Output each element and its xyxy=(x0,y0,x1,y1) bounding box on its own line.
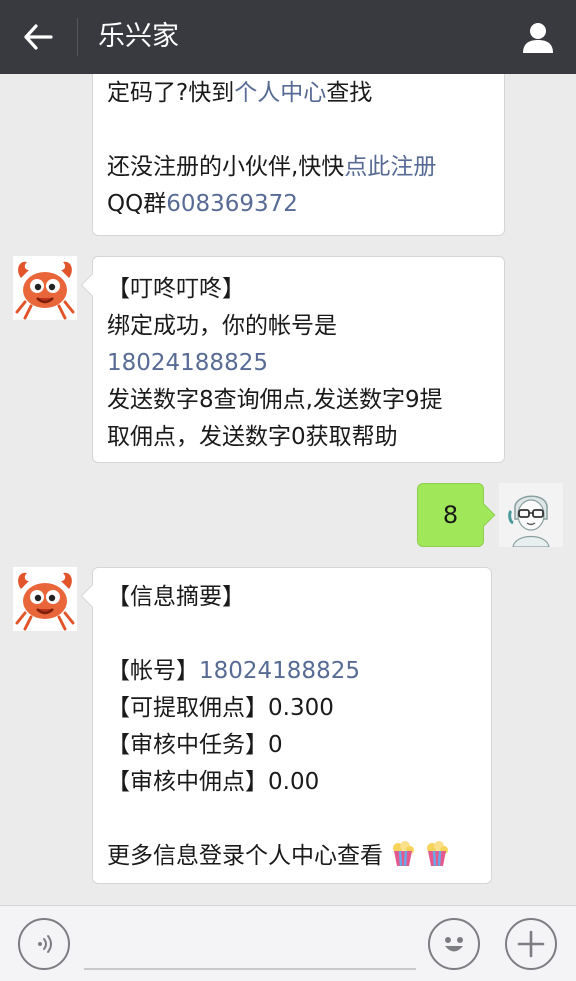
header-divider xyxy=(77,18,78,56)
top-bar: 乐兴家 xyxy=(0,0,576,74)
input-toolbar xyxy=(0,905,576,981)
message-text: 更多信息登录个人中心查看 xyxy=(107,843,383,869)
register-link[interactable]: 点此注册 xyxy=(344,154,436,180)
message-line: 【叮咚叮咚】 xyxy=(107,276,245,302)
message-line: 定码了?快到个人中心查找 xyxy=(107,75,490,112)
chat-title: 乐兴家 xyxy=(98,21,179,52)
message-text: QQ群 xyxy=(107,191,167,217)
message-text: 定码了?快到 xyxy=(107,80,235,106)
message-line: 【可提取佣点】0.300 xyxy=(107,695,334,721)
user-portrait-icon xyxy=(499,483,563,547)
plus-icon[interactable] xyxy=(505,918,557,970)
bubble-tail xyxy=(80,584,104,608)
crab-icon xyxy=(13,256,77,320)
message-line: 【审核中任务】0 xyxy=(107,732,283,758)
account-number-link[interactable]: 18024188825 xyxy=(107,345,490,382)
message-bubble: 【叮咚叮咚】 绑定成功，你的帐号是 18024188825 发送数字8查询佣点,… xyxy=(80,256,505,463)
qq-group-link[interactable]: 608369372 xyxy=(166,191,298,217)
crab-icon xyxy=(13,567,77,631)
person-icon[interactable] xyxy=(516,16,560,58)
message-line: 绑定成功，你的帐号是 xyxy=(107,313,337,339)
message-line: 还没注册的小伙伴,快快点此注册 xyxy=(107,149,490,186)
message-text: 查找 xyxy=(326,80,373,106)
voice-icon[interactable] xyxy=(18,918,70,970)
personal-center-link[interactable]: 个人中心 xyxy=(234,80,326,106)
bot-avatar[interactable] xyxy=(13,256,77,320)
chat-area[interactable]: 定码了?快到个人中心查找 还没注册的小伙伴,快快点此注册 QQ群60836937… xyxy=(0,74,576,905)
message-line: 【帐号】18024188825 xyxy=(107,653,477,690)
message-line: 更多信息登录个人中心查看 xyxy=(107,838,477,875)
popcorn-icon xyxy=(393,841,415,867)
message-line: 取佣点，发送数字0获取帮助 xyxy=(107,424,398,450)
back-arrow-icon[interactable] xyxy=(16,16,60,58)
emoji-icon[interactable] xyxy=(428,918,480,970)
message-text: 还没注册的小伙伴,快快 xyxy=(107,154,345,180)
popcorn-icon xyxy=(426,841,448,867)
bubble-tail xyxy=(472,503,496,527)
bubble-tail xyxy=(80,273,104,297)
message-bubble: 【信息摘要】 【帐号】18024188825 【可提取佣点】0.300 【审核中… xyxy=(80,567,492,884)
message-line: 发送数字8查询佣点,发送数字9提 xyxy=(107,387,443,413)
message-line: QQ群608369372 xyxy=(107,186,490,223)
message-line: 【信息摘要】 xyxy=(107,584,245,610)
bot-avatar[interactable] xyxy=(13,567,77,631)
message-input[interactable] xyxy=(84,968,416,970)
message-bubble: 定码了?快到个人中心查找 还没注册的小伙伴,快快点此注册 QQ群60836937… xyxy=(92,74,505,236)
sent-message-text: 8 xyxy=(442,501,459,529)
user-avatar[interactable] xyxy=(499,483,563,547)
message-text: 【帐号】 xyxy=(107,658,199,684)
sent-message-bubble: 8 xyxy=(417,483,496,547)
account-number-link[interactable]: 18024188825 xyxy=(199,658,360,684)
message-line: 【审核中佣点】0.00 xyxy=(107,769,320,795)
